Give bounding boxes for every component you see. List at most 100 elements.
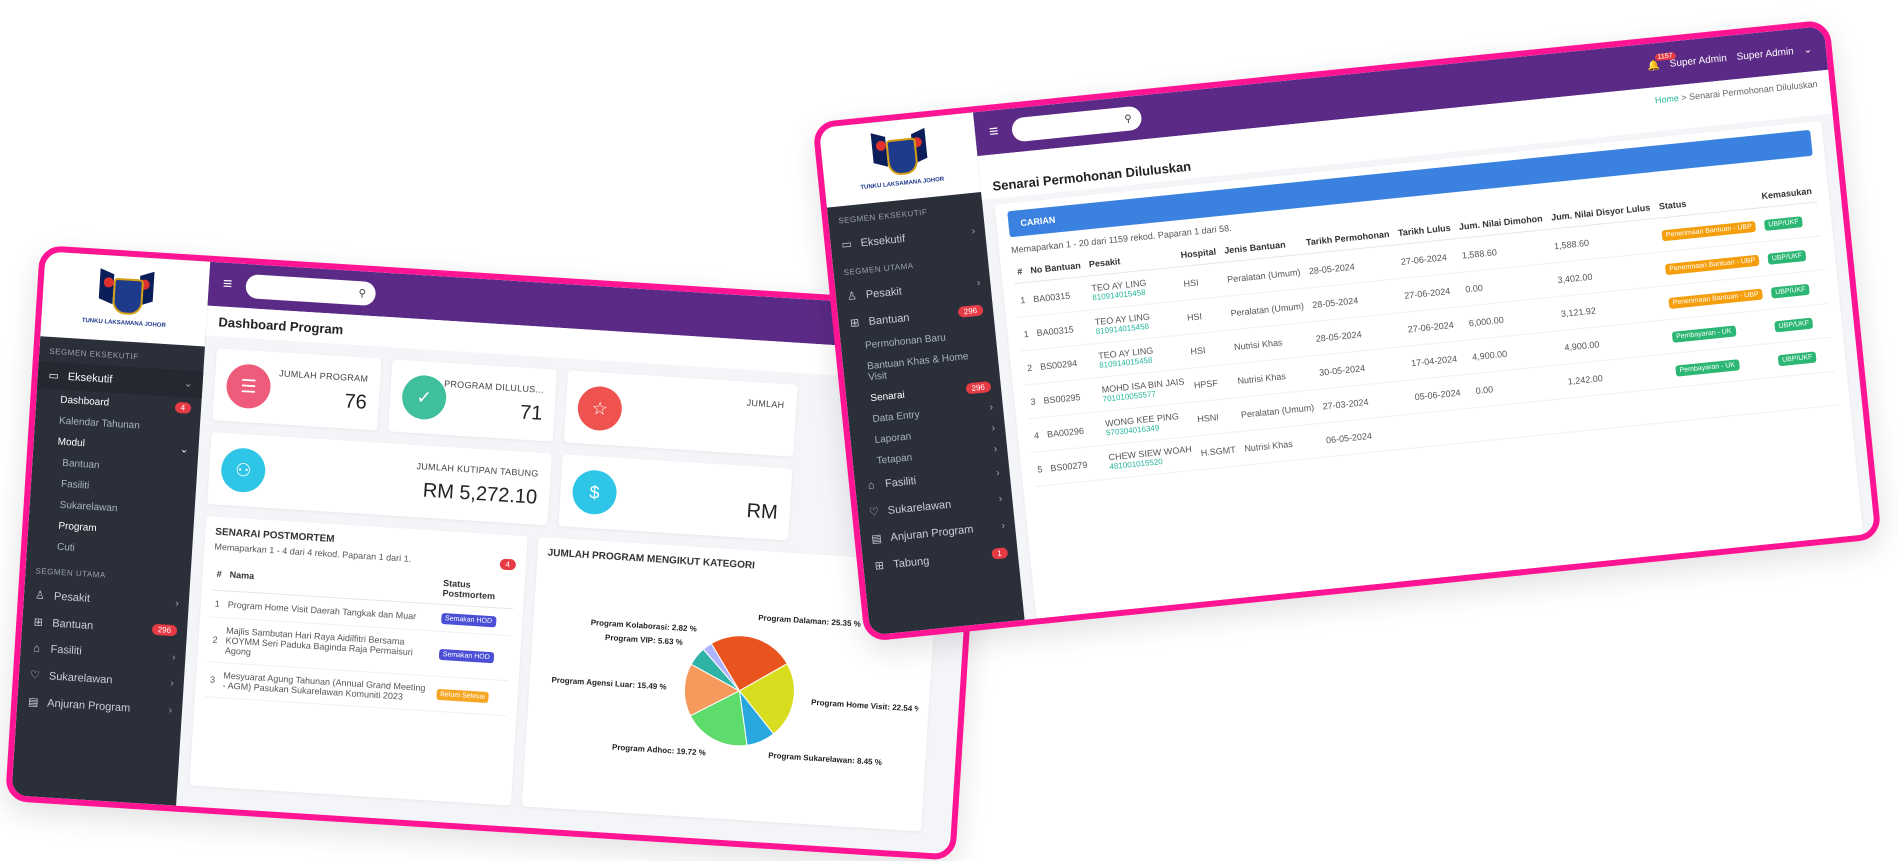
dashboard-badge: 4 xyxy=(174,401,192,414)
monitor-icon: ▭ xyxy=(48,369,60,383)
status-badge: Penerimaan Bantuan - UBP xyxy=(1668,288,1764,309)
sidebar-item-label: Fasiliti xyxy=(884,475,917,491)
senarai-card: CARIAN Memaparkan 1 - 20 dari 1159 rekod… xyxy=(994,120,1864,619)
status-badge: Penerimaan Bantuan - UBP xyxy=(1664,254,1760,275)
status-badge: Pembayaran - UK xyxy=(1671,324,1737,343)
status-badge: Semakan HOD xyxy=(438,648,495,664)
user-role: Super Admin xyxy=(1669,52,1728,70)
chevron-down-icon: ⌄ xyxy=(179,444,189,456)
sidebar-item-label: Sukarelawan xyxy=(48,669,113,686)
chevron-right-icon: › xyxy=(991,422,996,435)
sidebar-item-label: Anjuran Program xyxy=(46,696,131,715)
stat-value: 76 xyxy=(343,390,368,414)
column-header: Status Postmortem xyxy=(437,571,516,609)
no-bantuan-cell: BS00279 xyxy=(1044,445,1107,486)
gift-icon: ⊞ xyxy=(849,316,860,330)
gift-icon: ⊞ xyxy=(33,616,44,629)
stat-value: 71 xyxy=(519,401,544,425)
jenis-cell: Nutrisi Khas xyxy=(1238,423,1324,466)
star-icon: ☆ xyxy=(576,385,624,432)
slice-label: Program Sukarelawan: 8.45 % xyxy=(768,751,882,767)
sidebar-item-label: Eksekutif xyxy=(860,232,906,249)
user-donate-icon: ⚇ xyxy=(219,446,267,494)
tabung-badge: 1 xyxy=(990,547,1009,560)
user-icon: ♙ xyxy=(846,290,858,304)
shield-check-icon: ✓ xyxy=(400,374,448,421)
slice-label: Program Dalaman: 25.35 % xyxy=(758,613,861,628)
stat-label: JUMLAH PROGRAM xyxy=(278,368,369,384)
bantuan-badge: 296 xyxy=(957,304,984,318)
carian-label: CARIAN xyxy=(1019,214,1056,229)
slice-label: Program Adhoc: 19.72 % xyxy=(612,743,706,758)
chevron-right-icon: › xyxy=(971,225,976,238)
sidebar-item-label: Eksekutif xyxy=(67,370,113,386)
status-badge: Semakan HOD xyxy=(440,612,497,628)
kemasukan-cell xyxy=(1775,371,1839,411)
tarikh_lulus-cell xyxy=(1412,407,1477,448)
kemasukan-badge: UBP/UKF xyxy=(1767,249,1807,265)
stat-card-kutipan: ⚇ JUMLAH KUTIPAN TABUNG RM 5,272.10 xyxy=(207,432,552,526)
chevron-right-icon: › xyxy=(995,467,1001,479)
chevron-right-icon: › xyxy=(993,443,998,455)
gift-icon: ⊞ xyxy=(874,559,885,573)
kemasukan-badge: UBP/UKF xyxy=(1763,215,1804,231)
breadcrumb-home[interactable]: Home xyxy=(1654,93,1679,105)
list-check-icon: ☰ xyxy=(225,363,272,410)
stat-card-program: ☰ JUMLAH PROGRAM 76 xyxy=(212,348,382,431)
search-input[interactable]: ⚲ xyxy=(245,274,377,307)
status-badge: Belum Selesai xyxy=(435,688,490,704)
menu-icon[interactable]: ≡ xyxy=(222,276,232,295)
status-badge: Pembayaran - UK xyxy=(1675,358,1740,377)
status-badge: Penerimaan Bantuan - UBP xyxy=(1661,220,1757,241)
bell-icon[interactable]: 🔔 1157 xyxy=(1647,51,1676,71)
chevron-right-icon: › xyxy=(976,277,981,289)
slice-label: Program VIP: 5.63 % xyxy=(605,633,683,647)
bantuan-badge: 296 xyxy=(151,623,178,637)
sidebar-item-label: Pesakit xyxy=(865,285,903,301)
postmortem-badge: 4 xyxy=(499,558,517,571)
chevron-down-icon: ⌄ xyxy=(183,378,193,390)
postmortem-card: SENARAI POSTMORTEM Memaparkan 1 - 4 dari… xyxy=(189,515,528,806)
slice-label: Program Kolaborasi: 2.82 % xyxy=(590,618,697,634)
sidebar-item-label: Tabung xyxy=(892,554,930,571)
hospital-cell: H.SGMT xyxy=(1195,431,1243,470)
hospital-cell: HSNI xyxy=(1191,397,1239,437)
senarai-window: TUNKU LAKSAMANA JOHOR SEGMEN EKSEKUTIF ▭… xyxy=(812,19,1882,642)
stat-card-jumlah: ☆ JUMLAH xyxy=(563,370,798,457)
logo: TUNKU LAKSAMANA JOHOR xyxy=(40,251,211,347)
stat-value: RM xyxy=(745,499,779,524)
stat-card-diluluskan: ✓ PROGRAM DILULUS... 71 xyxy=(387,359,558,442)
logo-text: TUNKU LAKSAMANA JOHOR xyxy=(81,317,166,329)
chevron-right-icon: › xyxy=(170,678,175,690)
hospital-cell: HSI xyxy=(1181,296,1229,335)
search-icon: ⚲ xyxy=(358,287,367,300)
sidebar-item-label: Anjuran Program xyxy=(889,523,974,544)
chevron-right-icon: › xyxy=(168,705,173,717)
user-menu[interactable]: Super Admin xyxy=(1736,46,1794,63)
chevron-down-icon: ⌄ xyxy=(1803,43,1813,56)
stat-value: RM 5,272.10 xyxy=(422,479,538,509)
search-icon: ⚲ xyxy=(1123,112,1133,125)
crest-icon xyxy=(870,127,928,181)
senarai-badge: 296 xyxy=(965,381,992,395)
sidebar-item-label: Bantuan xyxy=(868,311,911,328)
chevron-right-icon: › xyxy=(989,401,994,414)
home-icon: ⌂ xyxy=(32,642,41,655)
sidebar-item-label: Senarai xyxy=(869,389,906,405)
home-icon: ⌂ xyxy=(867,479,876,492)
menu-icon[interactable]: ≡ xyxy=(988,123,999,142)
slice-label: Program Agensi Luar: 15.49 % xyxy=(551,675,667,691)
table-container: # No Bantuan Pesakit Hospital Jenis Bant… xyxy=(1012,179,1839,487)
user-icon: ♙ xyxy=(34,589,46,602)
stat-label: JUMLAH KUTIPAN TABUNG xyxy=(416,461,539,479)
sidebar-item-label: Tetapan xyxy=(876,452,913,467)
postmortem-table: # Nama Status Postmortem 1 Program Home … xyxy=(204,557,516,717)
monitor-icon: ▭ xyxy=(840,238,853,252)
slice-label: Program Home Visit: 22.54 % xyxy=(811,698,922,714)
chevron-right-icon: › xyxy=(1001,520,1006,532)
hospital-cell: HPSF xyxy=(1188,364,1236,403)
chevron-right-icon: › xyxy=(171,651,176,663)
search-input[interactable]: ⚲ xyxy=(1011,105,1143,143)
kemasukan-badge: UBP/UKF xyxy=(1777,350,1817,366)
sidebar-item-label: Modul xyxy=(57,436,86,450)
